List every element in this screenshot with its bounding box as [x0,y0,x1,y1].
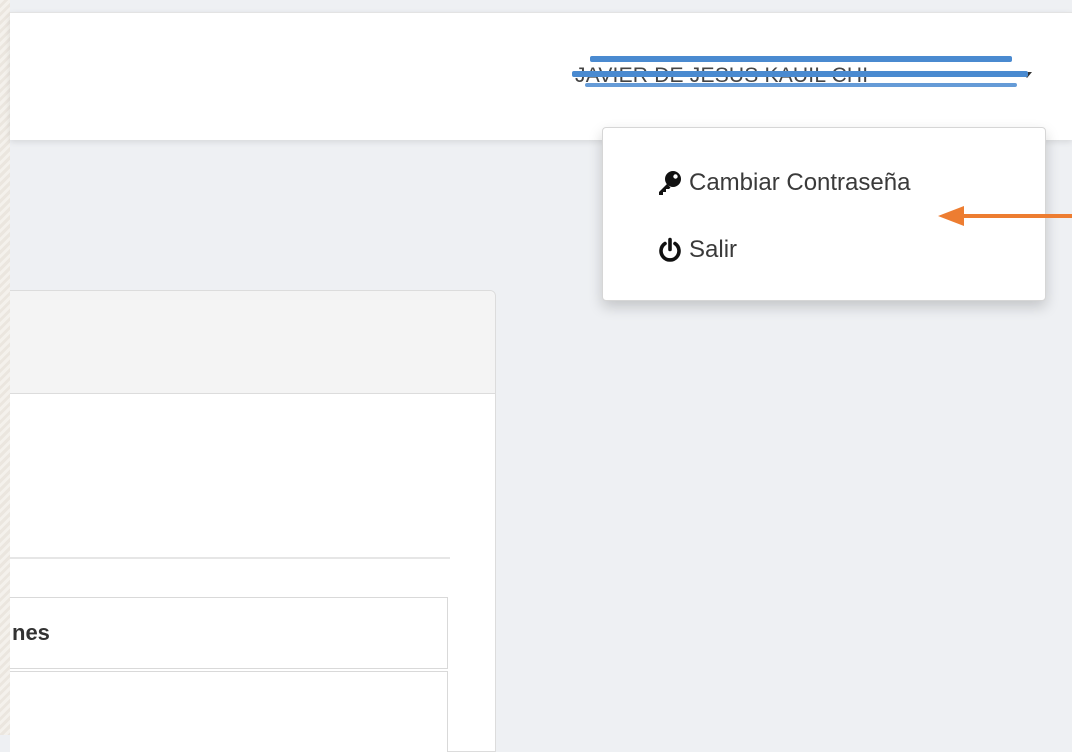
card-header [10,291,495,394]
user-menu-toggle[interactable]: JAVIER DE JESUS KAUIL CHI [575,64,868,94]
table-header: nes [10,597,448,669]
annotation-arrow [938,206,1072,226]
menu-item-label: Salir [689,236,738,263]
menu-item-change-password[interactable]: Cambiar Contraseña [655,164,910,202]
table-body [10,671,448,752]
table-column-header: nes [12,620,50,645]
menu-item-label: Cambiar Contraseña [689,169,911,196]
redaction-mark [572,71,1028,77]
menu-item-logout[interactable]: Salir [655,231,737,269]
content-card: nes [10,290,496,752]
divider [10,557,450,559]
power-icon [655,235,685,265]
redaction-mark [585,83,1017,87]
left-edge-strip [0,0,10,735]
redaction-mark [590,56,1012,62]
key-icon [655,168,685,198]
